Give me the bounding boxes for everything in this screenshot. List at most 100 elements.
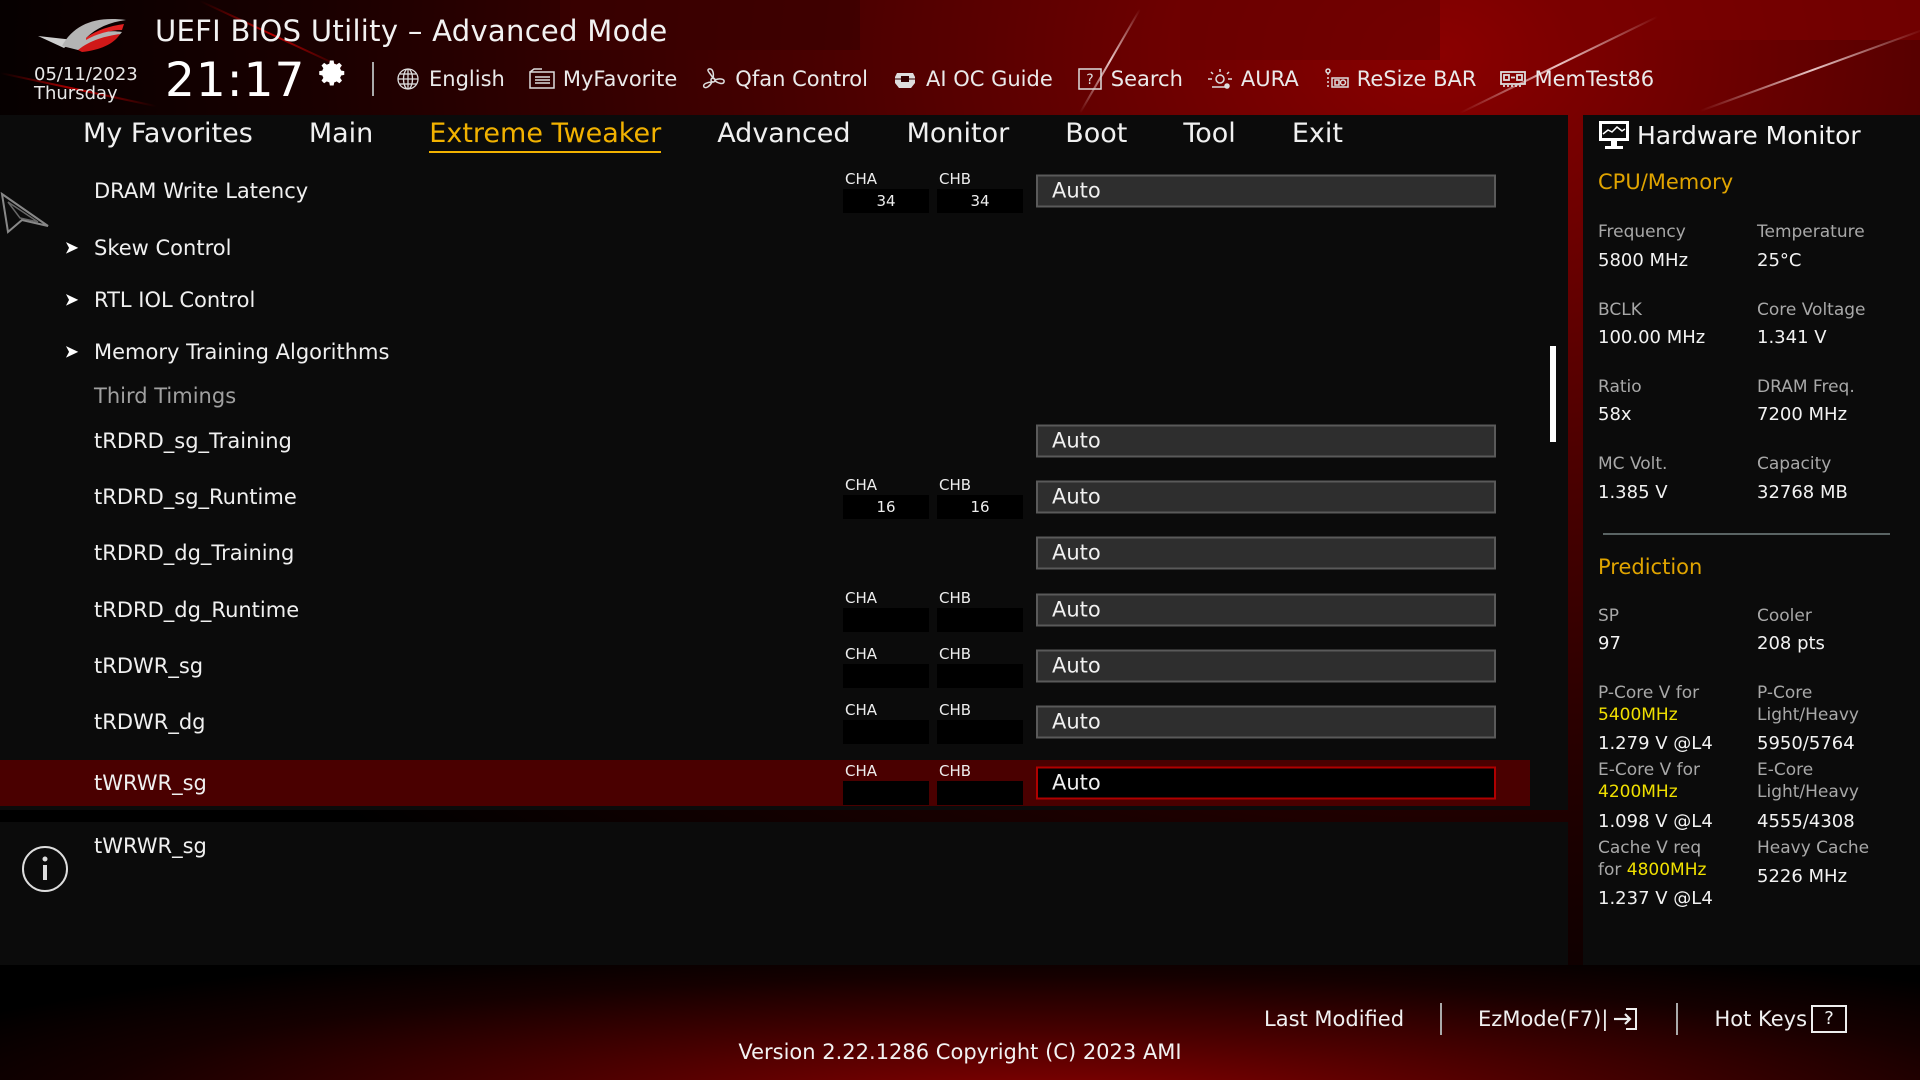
setting-row-dram-write-latency[interactable]: DRAM Write Latency CHA 34 CHB 34 Auto [0, 168, 1530, 214]
search-button[interactable]: ? Search [1075, 66, 1183, 92]
chevron-right-icon: ➤ [64, 341, 80, 363]
temperature-value: 25°C [1757, 250, 1802, 271]
value-dropdown[interactable]: Auto [1036, 593, 1496, 627]
capacity-label: Capacity [1757, 454, 1832, 474]
resize-bar-label: ReSize BAR [1356, 67, 1477, 91]
weekday: Thursday [34, 83, 118, 104]
globe-icon [393, 66, 423, 92]
hardware-monitor-title: Hardware Monitor [1597, 119, 1861, 151]
ezmode-label: EzMode(F7)| [1478, 1007, 1609, 1031]
core-voltage-label: Core Voltage [1757, 300, 1866, 320]
cooler-label: Cooler [1757, 606, 1812, 626]
chb-label: CHB [939, 589, 972, 607]
value-dropdown[interactable]: Auto [1036, 536, 1496, 570]
resize-bar-icon [1321, 66, 1351, 92]
ezmode-button[interactable]: EzMode(F7)| [1478, 1006, 1640, 1032]
bg-block [1560, 0, 1920, 40]
help-text: tWRWR_sg [94, 834, 207, 858]
channel-a-value: CHA [843, 762, 929, 805]
hardware-monitor-panel: Hardware Monitor CPU/Memory Frequency 58… [1583, 115, 1920, 965]
cha-label: CHA [845, 589, 878, 607]
value-dropdown[interactable]: Auto [1036, 766, 1496, 800]
header-divider [372, 62, 374, 96]
tab-my-favorites[interactable]: My Favorites [83, 118, 253, 151]
chb-label: CHB [939, 170, 972, 188]
submenu-label: Skew Control [94, 236, 232, 260]
value-dropdown[interactable]: Auto [1036, 174, 1496, 208]
tab-tool[interactable]: Tool [1183, 118, 1235, 151]
ecore-v-label-text: E-Core V for [1598, 760, 1701, 780]
memtest86-button[interactable]: MemTest86 [1498, 66, 1654, 92]
setting-row-trdrd-sg-runtime[interactable]: tRDRD_sg_Runtime CHA 16 CHB 16 Auto [0, 474, 1530, 520]
setting-row-trdwr-dg[interactable]: tRDWR_dg CHA CHB Auto [0, 699, 1530, 745]
tab-boot[interactable]: Boot [1065, 118, 1127, 151]
version-text: Version 2.22.1286 Copyright (C) 2023 AMI [0, 1040, 1920, 1064]
resize-bar-button[interactable]: ReSize BAR [1321, 66, 1477, 92]
toolbar: English MyFavorite Qfan Control AI OC Gu… [393, 62, 1654, 96]
hot-keys-button[interactable]: Hot Keys ? [1714, 1005, 1848, 1033]
setting-row-trdrd-dg-training[interactable]: tRDRD_dg_Training Auto [0, 530, 1530, 576]
value-dropdown[interactable]: Auto [1036, 705, 1496, 739]
submenu-memory-training-algorithms[interactable]: ➤ Memory Training Algorithms [0, 329, 1530, 375]
channel-a-value: CHA 34 [843, 170, 929, 213]
help-info-panel: tWRWR_sg [0, 822, 1568, 965]
cpu-memory-heading: CPU/Memory [1598, 170, 1734, 194]
footer-actions: Last Modified EzMode(F7)| Hot Keys ? [1264, 1002, 1848, 1036]
chb-value [937, 664, 1023, 688]
cache-v-value: 1.237 V @L4 [1598, 888, 1713, 909]
chb-value: 16 [937, 495, 1023, 519]
setting-label: tRDRD_sg_Training [94, 429, 292, 453]
ratio-value: 58x [1598, 404, 1632, 425]
chb-value [937, 720, 1023, 744]
setting-row-trdrd-dg-runtime[interactable]: tRDRD_dg_Runtime CHA CHB Auto [0, 587, 1530, 633]
ai-chip-icon [890, 66, 920, 92]
frequency-value: 5800 MHz [1598, 250, 1689, 271]
tab-extreme-tweaker[interactable]: Extreme Tweaker [429, 118, 661, 154]
chevron-right-icon: ➤ [64, 289, 80, 311]
mc-volt-value: 1.385 V [1598, 482, 1668, 503]
setting-row-twrwr-sg-selected[interactable]: tWRWR_sg CHA CHB Auto [0, 760, 1530, 806]
last-modified-label: Last Modified [1264, 1007, 1405, 1031]
tab-advanced[interactable]: Advanced [717, 118, 850, 151]
value-dropdown[interactable]: Auto [1036, 649, 1496, 683]
monitor-icon [1599, 121, 1629, 149]
frequency-label: Frequency [1598, 222, 1686, 242]
submenu-rtl-iol-control[interactable]: ➤ RTL IOL Control [0, 277, 1530, 323]
submenu-skew-control[interactable]: ➤ Skew Control [0, 225, 1530, 271]
capacity-value: 32768 MB [1757, 482, 1848, 503]
submenu-label: RTL IOL Control [94, 288, 256, 312]
scrollbar-thumb[interactable] [1550, 346, 1556, 442]
channel-b-value: CHB [937, 701, 1023, 744]
value-dropdown[interactable]: Auto [1036, 424, 1496, 458]
qfan-control-button[interactable]: Qfan Control [699, 66, 868, 92]
value-dropdown[interactable]: Auto [1036, 480, 1496, 514]
setting-label: tRDRD_dg_Runtime [94, 598, 300, 622]
memory-module-icon [1498, 66, 1528, 92]
setting-label: tRDRD_dg_Training [94, 541, 295, 565]
tab-monitor[interactable]: Monitor [907, 118, 1010, 151]
myfavorite-button[interactable]: MyFavorite [527, 66, 677, 92]
setting-label: tRDRD_sg_Runtime [94, 485, 297, 509]
last-modified-button[interactable]: Last Modified [1264, 1007, 1404, 1031]
tab-exit[interactable]: Exit [1292, 118, 1343, 151]
gear-icon[interactable] [318, 58, 352, 92]
cache-for-text: for [1598, 860, 1622, 880]
heavy-cache-value: 5226 MHz [1757, 866, 1848, 887]
channel-b-value: CHB [937, 762, 1023, 805]
search-label: Search [1110, 67, 1183, 91]
aura-light-icon [1205, 66, 1235, 92]
chb-label: CHB [939, 701, 972, 719]
setting-row-trdwr-sg[interactable]: tRDWR_sg CHA CHB Auto [0, 643, 1530, 689]
bg-block [1180, 0, 1440, 60]
aura-button[interactable]: AURA [1205, 66, 1299, 92]
tab-main[interactable]: Main [309, 118, 373, 151]
setting-row-trdrd-sg-training[interactable]: tRDRD_sg_Training Auto [0, 418, 1530, 464]
ecore-v-value: 1.098 V @L4 [1598, 811, 1713, 832]
ai-oc-guide-button[interactable]: AI OC Guide [890, 66, 1053, 92]
sp-label: SP [1598, 606, 1620, 626]
mc-volt-label: MC Volt. [1598, 454, 1668, 474]
prediction-heading: Prediction [1598, 555, 1703, 579]
pcore-lh-label: P-Core Light/Heavy [1757, 682, 1859, 726]
language-button[interactable]: English [393, 66, 505, 92]
chb-label: CHB [939, 762, 972, 780]
